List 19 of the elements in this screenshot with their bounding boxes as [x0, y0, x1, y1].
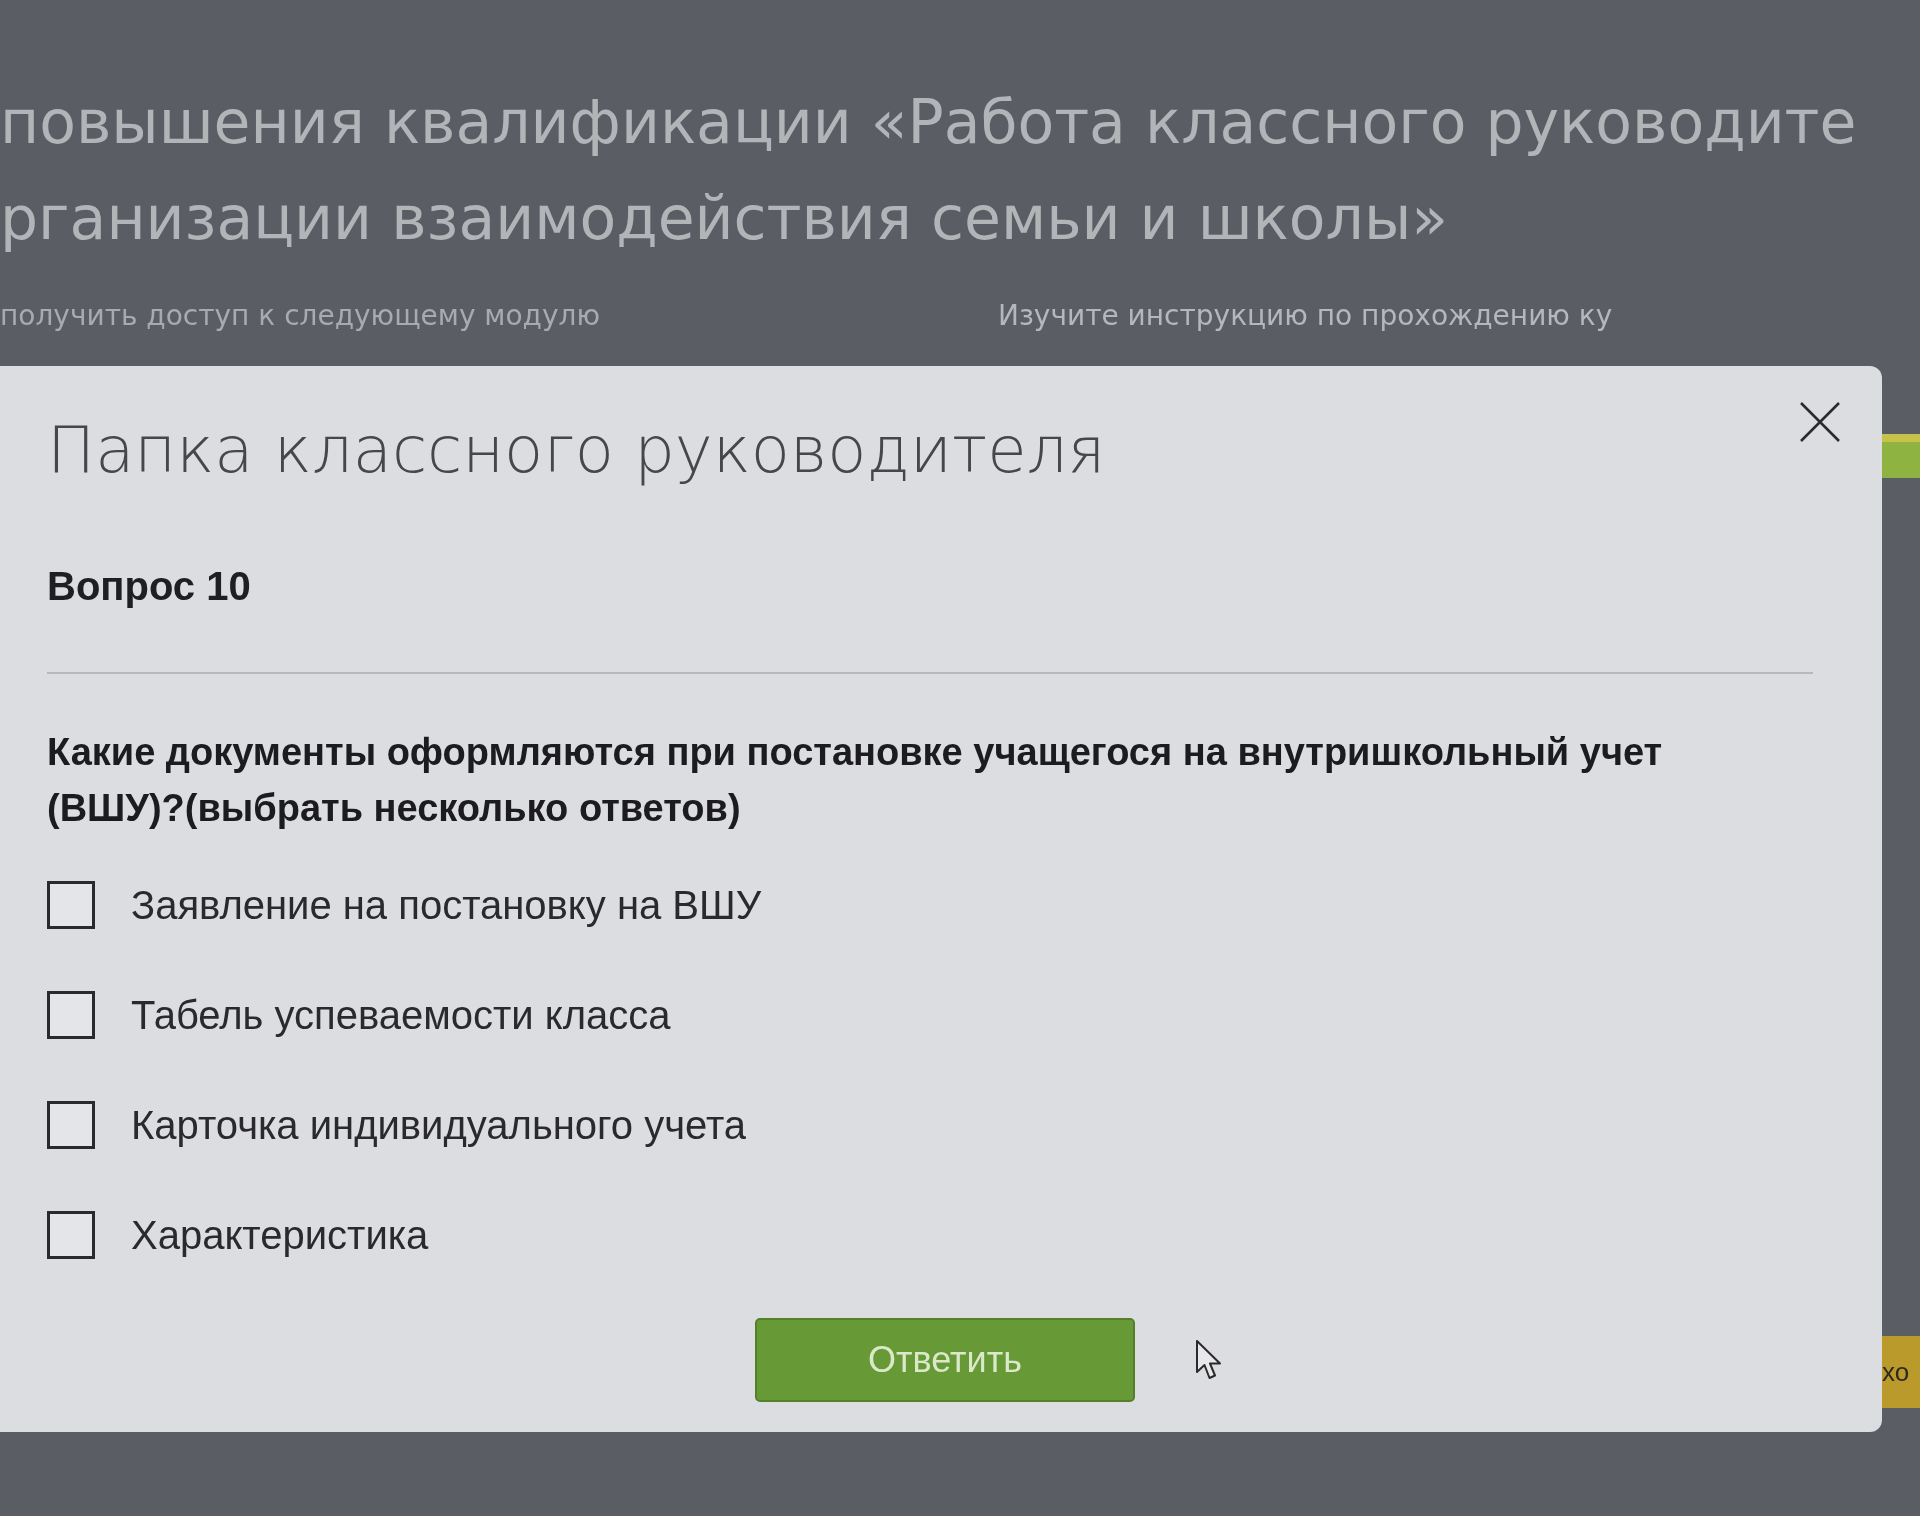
option-label[interactable]: Табель успеваемости класса	[131, 991, 671, 1039]
checkbox[interactable]	[47, 881, 95, 929]
question-text: Какие документы оформляются при постановке учащегося на внутришкольный учет (ВШУ)?(выбрать несколько ответов)	[47, 730, 1664, 831]
checkbox[interactable]	[47, 991, 95, 1039]
option-label[interactable]: Характеристика	[131, 1211, 429, 1259]
progress-strip	[1882, 434, 1920, 478]
close-icon	[1800, 402, 1840, 442]
checkbox[interactable]	[47, 1101, 95, 1149]
page-heading: повышения квалификации «Работа классного руководите	[0, 86, 1858, 159]
option-label[interactable]: Карточка индивидуального учета	[131, 1101, 747, 1149]
modal-title: Папка классного руководителя	[47, 412, 1106, 489]
notice-text: получить доступ к следующему модулю	[0, 298, 601, 334]
mouse-pointer-icon	[1196, 1340, 1222, 1380]
option-label[interactable]: Заявление на постановку на ВШУ	[131, 881, 762, 929]
question-number: Вопрос 10	[47, 563, 251, 610]
close-button[interactable]	[1800, 402, 1840, 442]
side-button[interactable]: хо	[1882, 1336, 1920, 1408]
checkbox[interactable]	[47, 1211, 95, 1259]
page-heading: рганизации взаимодействия семьи и школы»	[0, 182, 1449, 255]
